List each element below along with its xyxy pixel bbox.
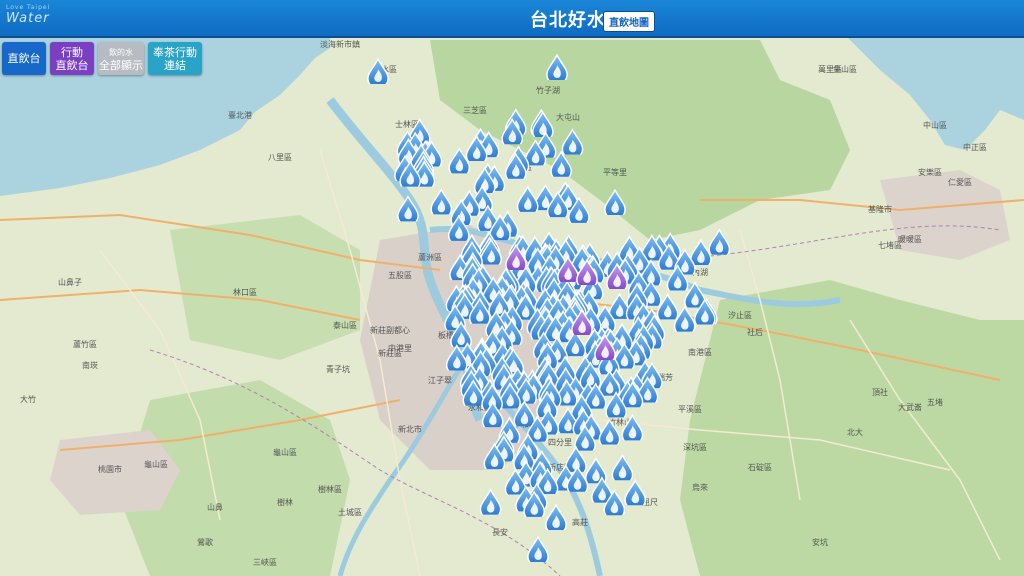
map-label: 大屯山 [556, 112, 580, 122]
page-subtitle: 直飲地圖 [603, 11, 655, 32]
forest-linkou [170, 215, 360, 360]
map-canvas[interactable]: 淡海新市鎮淡水區竹子湖八里區臺北港北投區士林區平等里三芝區大屯山金山區萬里區中山… [0, 38, 1024, 576]
map-label: 中港里 [388, 343, 412, 353]
map-label: 龜山區 [144, 459, 168, 469]
map-label: 南崁 [82, 360, 98, 370]
map-label: 龜山區 [273, 447, 297, 457]
map-label: 江子翠 [428, 376, 452, 385]
map-label: 平溪區 [678, 404, 702, 414]
map-label: 安坑 [812, 537, 828, 547]
map-label: 頂社 [872, 387, 888, 397]
map-label: 萬里區 [818, 64, 842, 74]
map-label: 高莊 [572, 517, 588, 527]
map-label: 泰山區 [333, 320, 357, 330]
map-label: 樹林 [277, 497, 293, 507]
map-label: 汐止區 [728, 310, 752, 320]
map-label: 石碇區 [748, 462, 772, 472]
drinking-fountain-button[interactable]: 直飲台 [2, 42, 46, 75]
tea-action-link-button[interactable]: 奉茶行動 連結 [148, 42, 202, 75]
map-label: 山鼻 [207, 502, 223, 512]
map-label: 大武崙 [898, 402, 922, 412]
page-title: 台北好水 [530, 10, 606, 31]
map-label: 長安 [492, 527, 508, 537]
map-label: 山鼻子 [58, 277, 82, 287]
map-label: 中正區 [963, 142, 987, 152]
map-label: 仁愛區 [948, 177, 972, 187]
map-label: 基隆市 [868, 204, 892, 214]
map-label: 深坑區 [683, 442, 707, 452]
map-label: 烏來 [692, 482, 708, 492]
map-label: 竹子湖 [536, 85, 560, 95]
header-bar: Love Taipei Water 台北好水 直飲地圖 [0, 0, 1024, 38]
map-label: 新莊副都心 [370, 325, 410, 335]
map-label: 淡海新市鎮 [320, 39, 360, 49]
map-label: 安樂區 [918, 167, 942, 177]
map-label: 林口區 [233, 287, 257, 297]
map-label: 五股區 [388, 271, 412, 280]
map-label: 青子坑 [326, 364, 350, 374]
map-label: 五堵 [927, 397, 943, 407]
map-label: 社后 [747, 327, 763, 337]
map-label: 土城區 [338, 507, 362, 517]
map-label: 八里區 [268, 153, 292, 162]
map-label: 三芝區 [463, 105, 487, 115]
mobile-fountain-button[interactable]: 行動 直飲台 [50, 42, 94, 75]
map-label: 蘆洲區 [418, 252, 442, 262]
brand-logo: Love Taipei Water [6, 4, 51, 26]
map-label: 三峽區 [253, 557, 277, 567]
map-label: 臺北港 [228, 110, 252, 120]
show-all-button[interactable]: 飲的水 全部顯示 [98, 42, 144, 75]
map-label: 暖暖區 [898, 235, 922, 244]
map-label: 桃園市 [98, 464, 122, 474]
map-label: 新北市 [398, 424, 422, 434]
map-label: 鶯歌 [197, 537, 213, 547]
map-label: 蘆竹區 [73, 339, 97, 349]
map-label: 樹林區 [318, 484, 342, 494]
map-label: 南港區 [688, 347, 712, 357]
map-label: 北大 [847, 427, 863, 437]
map-label: 中山區 [923, 120, 947, 130]
map-label: 大竹 [20, 394, 36, 404]
map-label: 四分里 [548, 438, 572, 447]
map-label: 平等里 [603, 167, 627, 177]
